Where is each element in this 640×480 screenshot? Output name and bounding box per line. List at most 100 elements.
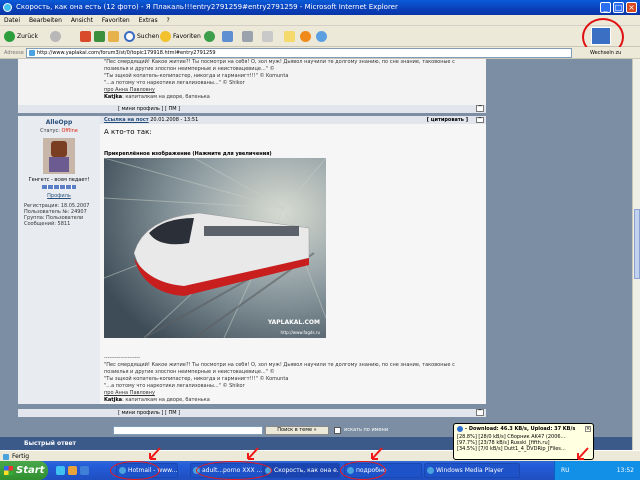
- quicklaunch-ie-icon[interactable]: [56, 466, 65, 475]
- quote-text: : капиталкам на дворе, батенька: [122, 397, 210, 403]
- maximize-button[interactable]: □: [613, 2, 624, 13]
- annotation-arrow: [247, 447, 259, 460]
- clock[interactable]: 13:52: [617, 461, 634, 480]
- scroll-up-button[interactable]: ^: [476, 105, 484, 112]
- menu-datei[interactable]: Datei: [4, 17, 20, 24]
- avatar: [43, 138, 75, 174]
- post-text: А кто-то так:: [104, 128, 152, 136]
- edit-icon: [262, 31, 273, 42]
- start-label: Start: [16, 465, 45, 476]
- quote-line: Katjka: капиталкам на дворе, батенька: [104, 397, 210, 404]
- post-link[interactable]: Ссылка на пост: [104, 117, 149, 123]
- annotation-arrow: [577, 447, 589, 460]
- signature-divider: --------------------: [104, 355, 141, 361]
- messenger-button[interactable]: [300, 30, 313, 43]
- history-button[interactable]: [204, 30, 217, 43]
- taskbar-item-active[interactable]: Скорость, как она е...: [262, 463, 340, 478]
- notes-icon: [284, 31, 295, 42]
- research-button[interactable]: [316, 30, 329, 43]
- search-label: Suchen: [137, 33, 160, 40]
- quote-line: "...а потому что наркотики легализованы.…: [104, 383, 245, 389]
- stop-icon: [80, 31, 91, 42]
- edit-button[interactable]: [262, 30, 273, 43]
- title-bar: Скорость, как она есть (12 фото) - Я Пла…: [0, 0, 640, 15]
- quicklaunch-media-icon[interactable]: [80, 466, 89, 475]
- windows-throbber-icon: [591, 27, 611, 45]
- favorites-label: Favoriten: [173, 33, 201, 40]
- quote-line: "Пес смердящий! Какое житие?! Ты посмотр…: [104, 59, 455, 65]
- back-label: Zurück: [17, 33, 38, 40]
- search-by-name-checkbox[interactable]: [334, 427, 341, 434]
- minimize-button[interactable]: _: [600, 2, 611, 13]
- mail-button[interactable]: [222, 30, 233, 43]
- notes-button[interactable]: [284, 30, 295, 43]
- quote-button[interactable]: [ цитировать ]: [427, 116, 468, 124]
- author-motto: Генгетс - всем педает!: [28, 177, 90, 183]
- address-bar: Adresse http://www.yaplakal.com/forum3/s…: [0, 47, 640, 59]
- stop-button[interactable]: [80, 30, 91, 43]
- profile-link[interactable]: Профиль: [18, 193, 100, 199]
- scroll-up-button[interactable]: ^: [476, 409, 484, 416]
- favorites-button[interactable]: Favoriten: [160, 30, 201, 43]
- tooltip-close-button[interactable]: ×: [585, 426, 591, 432]
- quote-line: "...а потому что наркотики легализованы.…: [104, 80, 245, 86]
- annotation-circle: [110, 461, 160, 480]
- scrollbar-thumb[interactable]: [634, 209, 640, 279]
- download-tooltip[interactable]: - Download: 46.3 KB/s, Upload: 37 KB/s […: [453, 423, 594, 460]
- mini-profile-link[interactable]: [ мини профиль ] [ ПМ ]: [118, 106, 180, 112]
- annotation-circle: [196, 461, 272, 480]
- address-label: Adresse: [4, 50, 24, 56]
- language-indicator[interactable]: RU: [561, 467, 570, 474]
- close-button[interactable]: ×: [626, 2, 637, 13]
- status-label: Статус:: [40, 128, 62, 134]
- refresh-button[interactable]: [94, 30, 105, 43]
- quote-author: Katjka: [104, 397, 123, 403]
- quote-author: Katjka: [104, 94, 123, 100]
- annotation-arrow: [149, 447, 161, 460]
- menu-favoriten[interactable]: Favoriten: [102, 17, 130, 24]
- home-button[interactable]: [108, 30, 119, 43]
- annotation-arrow: [371, 447, 383, 460]
- quicklaunch-desktop-icon[interactable]: [68, 466, 77, 475]
- topic-search-input[interactable]: [113, 426, 263, 435]
- ie-icon: [3, 3, 12, 12]
- menu-ansicht[interactable]: Ansicht: [71, 17, 93, 24]
- status-value: Offline: [61, 128, 78, 134]
- attached-image-train[interactable]: YAPLAKAL.COM http://www.fagds.ru: [104, 158, 326, 338]
- system-tray: RU 13:52: [554, 461, 640, 480]
- scroll-up-button[interactable]: ^: [476, 117, 484, 123]
- forward-arrow-icon: [50, 31, 61, 42]
- post-date: 20.01.2008 - 13:51: [150, 117, 199, 123]
- go-button[interactable]: Wechseln zu: [590, 50, 621, 56]
- vertical-scrollbar[interactable]: [632, 59, 640, 450]
- tooltip-line: [34.5%] [7/0 kB/s] Dutt1_4_DVDRip_[Files…: [457, 446, 566, 452]
- topic-search-button[interactable]: Поиск в теме »: [265, 426, 329, 435]
- mini-profile-link[interactable]: [ мини профиль ] [ ПМ ]: [118, 410, 180, 416]
- refresh-icon: [94, 31, 105, 42]
- attachment-caption[interactable]: Прикреплённое изображение (Нажмите для у…: [104, 151, 272, 157]
- quote-link[interactable]: про Анна Павловну: [104, 87, 155, 94]
- quote-line: Katjka: капиталкам на дворе, батенька: [104, 94, 210, 101]
- torrent-icon: [457, 426, 463, 432]
- quote-line: "Ты эщкой копатель-копипастер, никогда и…: [104, 73, 289, 79]
- author-nick[interactable]: AlleOpp: [18, 119, 100, 126]
- quote-text: : капиталкам на дворе, батенька: [122, 94, 210, 100]
- taskbar-item-media-player[interactable]: Windows Media Player: [424, 463, 520, 478]
- back-button[interactable]: Zurück: [4, 30, 38, 43]
- status-text: Fertig: [12, 453, 30, 460]
- menu-extras[interactable]: Extras: [139, 17, 158, 24]
- history-icon: [204, 31, 215, 42]
- print-button[interactable]: [242, 30, 253, 43]
- search-button[interactable]: Suchen: [124, 30, 159, 43]
- quick-reply-label: Быстрый ответ: [24, 440, 76, 447]
- menu-bearbeiten[interactable]: Bearbeiten: [29, 17, 62, 24]
- address-input[interactable]: http://www.yaplakal.com/forum3/st/0/topi…: [26, 48, 572, 58]
- start-button[interactable]: Start: [0, 461, 48, 480]
- quote-link[interactable]: про Анна Павловну: [104, 390, 155, 397]
- menu-help[interactable]: ?: [167, 17, 170, 24]
- messenger-icon: [300, 31, 311, 42]
- tooltip-title: - Download: 46.3 KB/s, Upload: 37 KB/s: [465, 426, 576, 432]
- post-count: Сообщений: 5811: [24, 221, 71, 227]
- forward-button[interactable]: [50, 30, 63, 43]
- window-title: Скорость, как она есть (12 фото) - Я Пла…: [16, 3, 398, 11]
